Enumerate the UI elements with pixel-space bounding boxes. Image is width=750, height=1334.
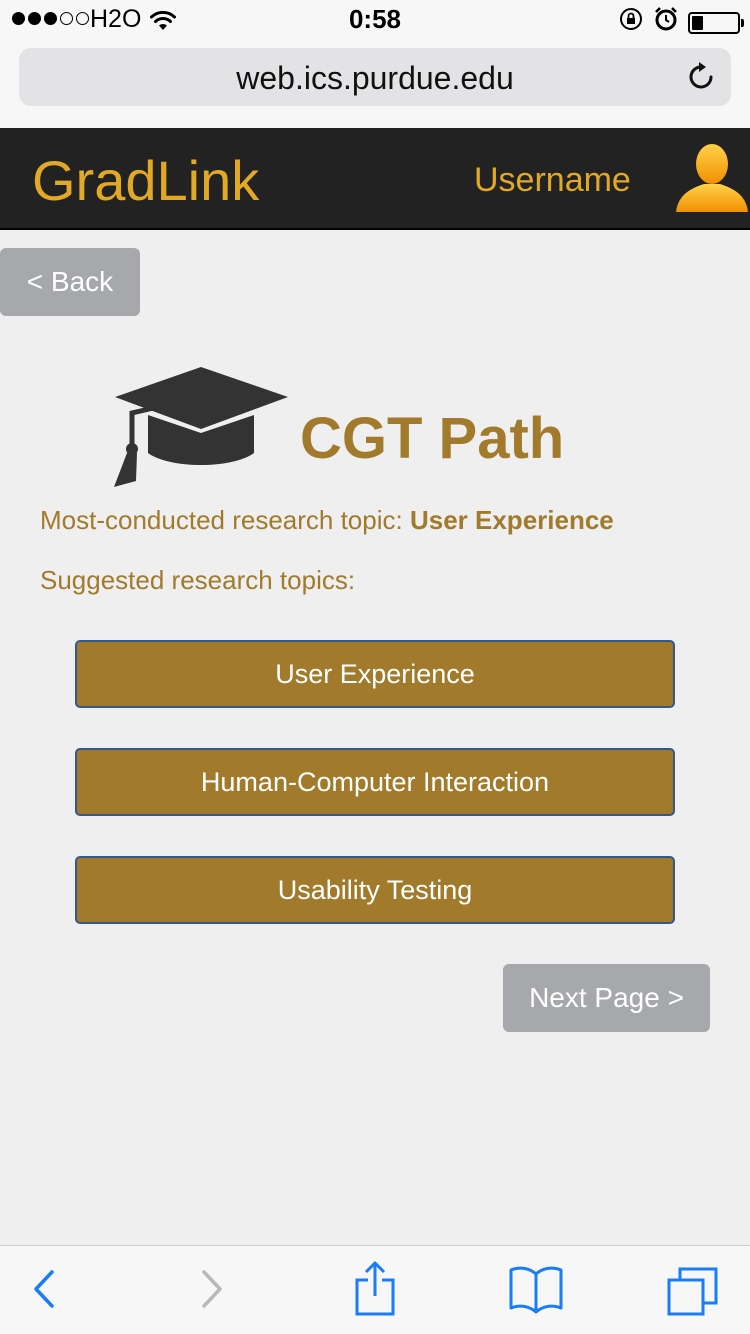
graduation-cap-icon bbox=[110, 365, 292, 496]
browser-chrome: web.ics.purdue.edu bbox=[0, 40, 750, 128]
topic-button-user-experience[interactable]: User Experience bbox=[75, 640, 675, 708]
share-icon[interactable] bbox=[354, 1260, 396, 1321]
reload-icon[interactable] bbox=[687, 60, 717, 95]
bookmarks-icon[interactable] bbox=[508, 1264, 564, 1317]
user-silhouette-icon[interactable] bbox=[672, 138, 750, 223]
address-bar[interactable]: web.ics.purdue.edu bbox=[19, 48, 731, 106]
battery-icon bbox=[688, 11, 744, 34]
most-conducted-value: User Experience bbox=[409, 505, 614, 535]
most-conducted-topic: Most-conducted research topic: User Expe… bbox=[40, 505, 614, 536]
most-conducted-label: Most-conducted research topic: bbox=[40, 505, 410, 535]
alarm-icon bbox=[654, 6, 678, 39]
topic-button-human-computer-interaction[interactable]: Human-Computer Interaction bbox=[75, 748, 675, 816]
url-text[interactable]: web.ics.purdue.edu bbox=[19, 60, 731, 97]
forward-arrow-icon[interactable] bbox=[196, 1264, 226, 1317]
page-title: CGT Path bbox=[300, 406, 565, 471]
topic-button-usability-testing[interactable]: Usability Testing bbox=[75, 856, 675, 924]
back-arrow-icon[interactable] bbox=[30, 1264, 60, 1317]
app-header: GradLink Username bbox=[0, 128, 750, 230]
browser-toolbar bbox=[0, 1245, 750, 1334]
username-link[interactable]: Username bbox=[474, 161, 631, 200]
tabs-icon[interactable] bbox=[666, 1266, 720, 1319]
brand-logo[interactable]: GradLink bbox=[32, 148, 259, 213]
back-button[interactable]: < Back bbox=[0, 248, 140, 316]
suggested-topics-label: Suggested research topics: bbox=[40, 565, 356, 595]
next-page-button[interactable]: Next Page > bbox=[503, 964, 710, 1032]
rotation-lock-icon bbox=[618, 6, 644, 39]
status-bar: H2O 0:58 bbox=[0, 0, 750, 40]
